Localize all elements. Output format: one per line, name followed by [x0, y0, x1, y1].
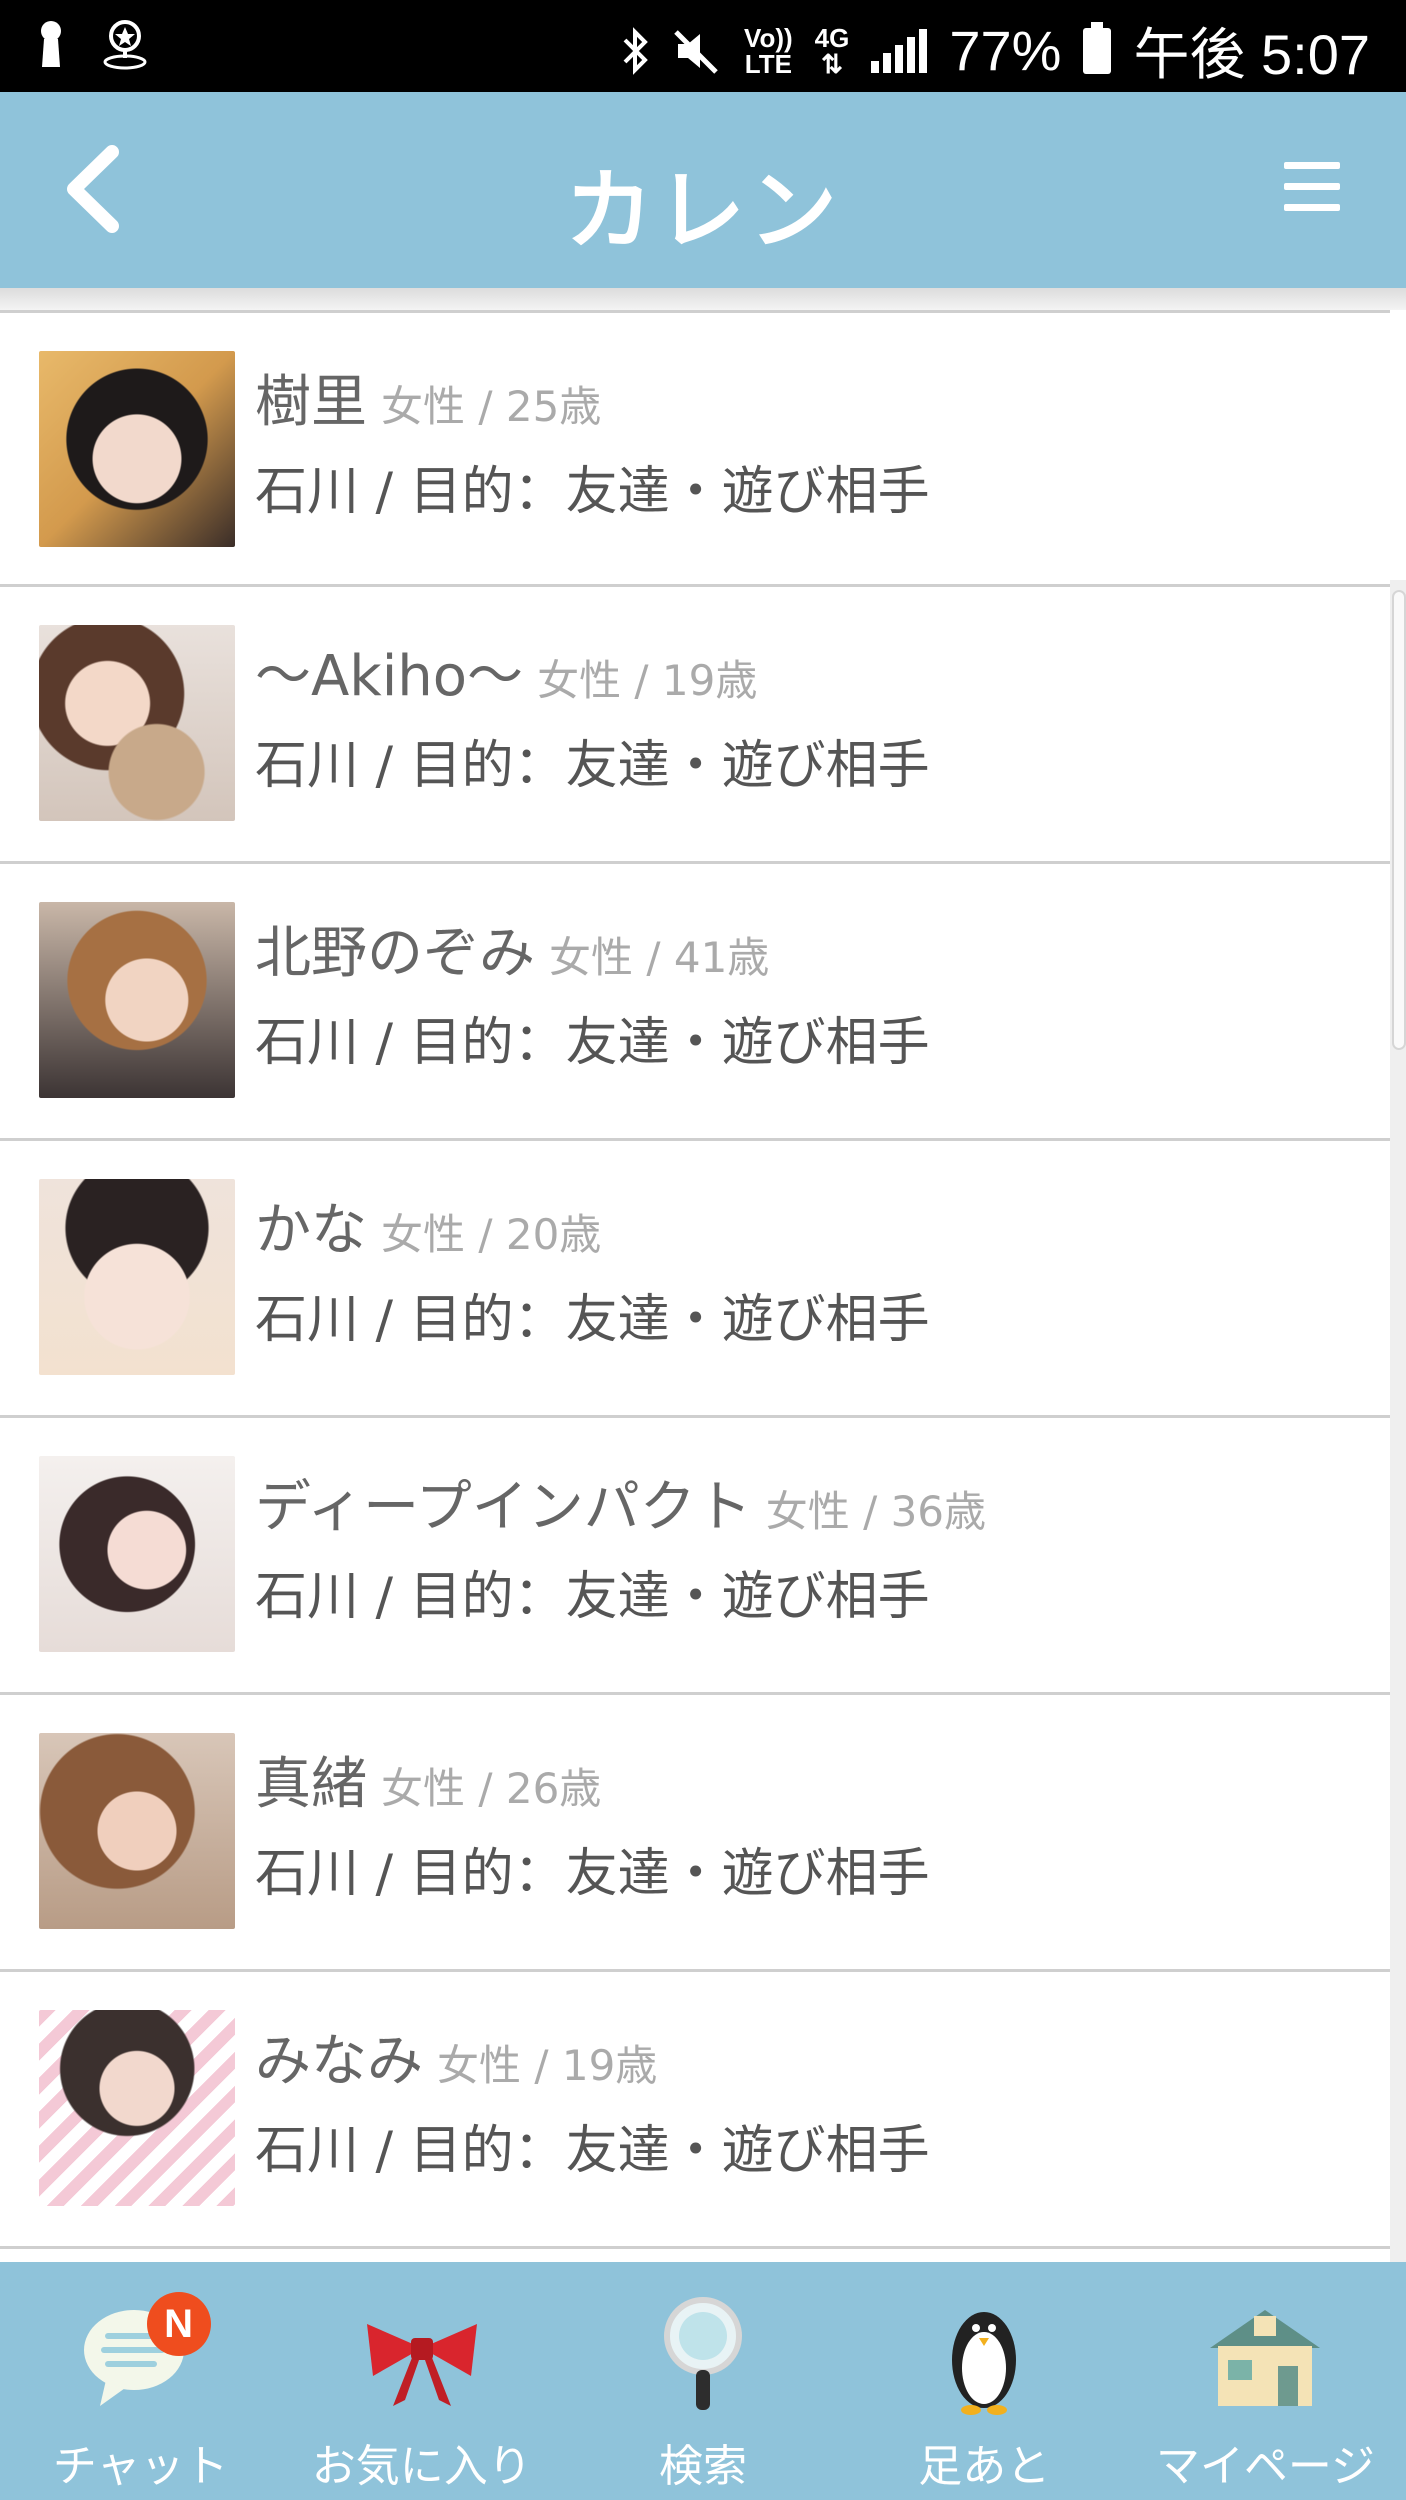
user-name: みなみ	[255, 2029, 423, 2094]
user-meta: 女性 / 19歳	[537, 656, 758, 705]
lock-icon	[41, 21, 61, 67]
user-meta: 女性 / 25歳	[381, 382, 602, 431]
status-bar: Vo)) LTE 4G ⇅ 77% 午後 5:07	[0, 0, 1406, 92]
header-shadow	[0, 288, 1406, 310]
battery-percent: 77%	[949, 19, 1062, 82]
avatar	[39, 625, 235, 821]
user-title-line: ディープインパクト 女性 / 36歳	[255, 1462, 986, 1543]
app-header: カレン	[0, 92, 1406, 288]
house-icon	[1210, 2310, 1321, 2406]
nav-mypage[interactable]: マイページ	[1125, 2262, 1406, 2500]
user-list: 樹里 女性 / 25歳 石川 / 目的：友達・遊び相手 〜Akiho〜 女性 / 1…	[0, 310, 1390, 2249]
user-name: ディープインパクト	[255, 1475, 752, 1540]
network-label: 4G	[814, 22, 850, 53]
user-title-line: みなみ 女性 / 19歳	[255, 2016, 657, 2097]
user-meta: 女性 / 20歳	[381, 1210, 602, 1259]
nav-label: チャット	[52, 2441, 229, 2492]
list-item[interactable]: みなみ 女性 / 19歳 石川 / 目的：友達・遊び相手	[0, 1972, 1390, 2249]
user-name: 〜Akiho〜	[255, 644, 524, 709]
list-item[interactable]: ディープインパクト 女性 / 36歳 石川 / 目的：友達・遊び相手	[0, 1418, 1390, 1695]
nav-label: マイページ	[1155, 2441, 1375, 2492]
nav-label: 足あと	[918, 2441, 1051, 2492]
user-detail: 石川 / 目的：友達・遊び相手	[255, 2121, 930, 2181]
user-meta: 女性 / 36歳	[765, 1487, 987, 1536]
ribbon-bow-icon	[366, 2324, 477, 2406]
user-detail: 石川 / 目的：友達・遊び相手	[255, 1013, 930, 1073]
list-item[interactable]: かな 女性 / 20歳 石川 / 目的：友達・遊び相手	[0, 1141, 1390, 1418]
list-item[interactable]: 〜Akiho〜 女性 / 19歳 石川 / 目的：友達・遊び相手	[0, 587, 1390, 864]
user-meta: 女性 / 41歳	[549, 933, 770, 982]
user-detail: 石川 / 目的：友達・遊び相手	[255, 1844, 930, 1904]
user-title-line: かな 女性 / 20歳	[255, 1185, 601, 1266]
avatar	[39, 1179, 235, 1375]
notification-badge: N	[146, 2292, 211, 2356]
user-detail: 石川 / 目的：友達・遊び相手	[255, 1290, 930, 1350]
nav-search[interactable]: 検索	[562, 2262, 843, 2500]
avatar	[39, 1456, 235, 1652]
penguin-icon	[952, 2312, 1017, 2415]
user-name: 樹里	[255, 370, 367, 435]
avatar	[39, 2010, 235, 2206]
nav-chat[interactable]: N チャット	[0, 2262, 281, 2500]
nav-label: 検索	[659, 2441, 747, 2492]
user-detail: 石川 / 目的：友達・遊び相手	[255, 462, 930, 522]
avatar	[39, 351, 235, 547]
network-type: 4G ⇅	[815, 25, 850, 77]
bluetooth-icon	[623, 26, 648, 75]
nav-footprints[interactable]: 足あと	[844, 2262, 1125, 2500]
avatar	[39, 902, 235, 1098]
page-title: カレン	[564, 159, 841, 262]
clock: 午後 5:07	[1133, 23, 1370, 86]
user-name: かな	[255, 1198, 367, 1263]
scrollbar-thumb[interactable]	[1392, 590, 1406, 1050]
user-detail: 石川 / 目的：友達・遊び相手	[255, 1567, 930, 1627]
status-right: Vo)) LTE 4G ⇅ 77% 午後 5:07	[620, 10, 1370, 91]
user-detail: 石川 / 目的：友達・遊び相手	[255, 736, 930, 796]
hamburger-menu-icon	[1284, 162, 1340, 169]
status-left	[36, 18, 150, 70]
volte-bottom: LTE	[744, 48, 792, 79]
volte-top: Vo))	[744, 22, 793, 53]
list-item[interactable]: 北野のぞみ 女性 / 41歳 石川 / 目的：友達・遊び相手	[0, 864, 1390, 1141]
user-meta: 女性 / 19歳	[437, 2041, 658, 2090]
signal-icon	[871, 28, 928, 73]
mute-icon	[674, 29, 718, 74]
data-arrows-icon: ⇅	[821, 48, 843, 79]
volte-indicator: Vo)) LTE	[744, 25, 793, 77]
user-title-line: 真緒 女性 / 26歳	[255, 1739, 601, 1820]
location-icon	[103, 20, 147, 70]
magnifier-icon	[664, 2297, 742, 2410]
user-name: 北野のぞみ	[255, 921, 535, 986]
user-title-line: 北野のぞみ 女性 / 41歳	[255, 908, 769, 989]
list-item[interactable]: 真緒 女性 / 26歳 石川 / 目的：友達・遊び相手	[0, 1695, 1390, 1972]
list-item[interactable]: 樹里 女性 / 25歳 石川 / 目的：友達・遊び相手	[0, 310, 1390, 587]
user-meta: 女性 / 26歳	[381, 1764, 602, 1813]
user-title-line: 〜Akiho〜 女性 / 19歳	[255, 631, 757, 712]
battery-icon	[1083, 21, 1112, 74]
user-name: 真緒	[255, 1752, 367, 1817]
menu-button[interactable]	[1284, 162, 1340, 212]
nav-label: お気に入り	[311, 2441, 532, 2492]
nav-favorites[interactable]: お気に入り	[281, 2262, 562, 2500]
avatar	[39, 1733, 235, 1929]
bottom-nav: N チャット お気に入り 検索 足あと マイページ	[0, 2262, 1406, 2500]
user-title-line: 樹里 女性 / 25歳	[255, 357, 601, 438]
